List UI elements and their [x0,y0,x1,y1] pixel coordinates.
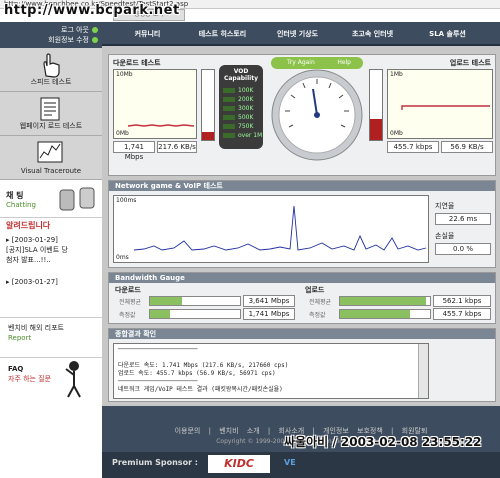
download-mbps: 1,741 Mbps [113,141,155,161]
webload-button[interactable]: 웹페이지 로드 테스트 [0,92,102,136]
faq-link[interactable]: FAQ 자주 하는 질문 [0,358,102,402]
download-kbs: 217.6 KB/s [157,141,197,153]
bullet-icon [92,37,98,43]
cans-icon [59,187,95,211]
notice-box: 알려드립니다 ▸ [2003-01-29] [공지]SLA 이벤트 당 첨자 발… [0,218,102,318]
datestamp: 싸울아비 / 2003-02-08 23:55:22 [284,435,482,449]
thinking-figure-icon [65,361,81,398]
speedtest-button[interactable]: 스피드 테스트 [0,48,102,92]
traceroute-button[interactable]: Visual Traceroute [0,136,102,180]
bandwidth-panel: Bandwidth Gauge 다운로드 전체평균 측정값 3,641 Mbps… [108,272,496,324]
dl-avg-value: 3,641 Mbps [243,295,295,307]
result-textarea[interactable]: ────────────────────── 다운로드 속도: 1.741 Mb… [113,343,429,399]
vod-level: 100K [219,86,263,95]
ul-avg-bar [339,296,431,306]
scrollbar[interactable] [418,344,428,398]
upload-kbps: 455.7 kbps [387,141,439,153]
upload-title: 업로드 테스트 [449,59,491,67]
delay-value: 22.6 ms [435,213,491,225]
vod-level: 300K [219,104,263,113]
result-title: 종합결과 확인 [109,329,495,339]
download-graph: 10Mb 0Mb [113,69,197,139]
result-panel: 종합결과 확인 ────────────────────── 다운로드 속도: … [108,328,496,402]
nav-broadband[interactable]: 초고속 인터넷 [335,22,410,44]
bandwidth-title: Bandwidth Gauge [109,273,495,283]
nav-community[interactable]: 커뮤니티 [110,22,185,44]
vod-indicator [223,115,235,120]
download-trace [127,124,195,127]
upload-trace [401,105,490,110]
nav-sla[interactable]: SLA 솔루션 [410,22,485,44]
dl-avg-bar [149,296,241,306]
account-link[interactable]: 회원정보 수정 [4,35,98,45]
notice-item[interactable]: ▸ [2003-01-29] [6,235,96,245]
logout-link[interactable]: 로그 아웃 [4,25,98,35]
graph-icon [37,141,63,163]
document-icon [40,97,60,121]
login-box: 로그 아웃 회원정보 수정 [0,22,102,48]
watermark: http://www.bcpark.net [4,3,180,18]
vod-indicator [223,106,235,111]
top-nav: 커뮤니티 테스트 히스토리 인터넷 기상도 초고속 인터넷 SLA 솔루션 [102,22,500,46]
upload-level-bar [369,69,383,141]
hand-pointer-icon [43,53,60,78]
speed-gauge: Try Again Help [269,57,365,165]
vod-level: 500K [219,113,263,122]
vod-indicator [223,88,235,93]
ul-avg-value: 562.1 kbps [433,295,491,307]
main-area: 커뮤니티 테스트 히스토리 인터넷 기상도 초고속 인터넷 SLA 솔루션 다운… [102,22,500,478]
loss-value: 0.0 % [435,243,491,255]
notice-item[interactable]: ▸ [2003-01-27] [6,277,96,287]
download-title: 다운로드 테스트 [113,59,161,67]
ul-meas-value: 455.7 kbps [433,308,491,320]
upload-graph: 1Mb 0Mb [387,69,493,139]
dl-meas-bar [149,309,241,319]
vod-level: 750K [219,122,263,131]
notice-item[interactable]: 첨자 발표...!!.. [6,255,96,265]
bullet-icon [92,27,98,33]
nav-history[interactable]: 테스트 히스토리 [185,22,260,44]
gauge-dial [271,69,363,161]
latency-graph: 100ms 0ms [113,195,429,263]
footer-link[interactable]: 벤치비 소개 [219,427,259,435]
vod-level: over 1M [219,131,263,140]
report-link[interactable]: 벤치비 해외 리포트 Report [0,318,102,358]
speed-panel: 다운로드 테스트 업로드 테스트 10Mb 0Mb 1,741 Mbps 217… [108,54,496,176]
notice-item[interactable]: [공지]SLA 이벤트 당 [6,245,96,255]
vod-indicator [223,133,235,138]
sidebar: 로그 아웃 회원정보 수정 스피드 테스트 웹페이지 로드 테스트 Visual… [0,22,102,456]
delay-label: 지연율 [435,202,455,210]
vod-indicator [223,97,235,102]
game-panel: Network game & VoIP 테스트 100ms 0ms 지연율 22… [108,180,496,268]
latency-trace [133,205,427,251]
kidc-logo[interactable]: KIDC [208,455,270,473]
loss-label: 손실율 [435,232,455,240]
vod-indicator [223,124,235,129]
vod-level: 200K [219,95,263,104]
download-level-bar [201,69,215,141]
chat-link[interactable]: 채 팅 Chatting [0,180,102,218]
dl-meas-value: 1,741 Mbps [243,308,295,320]
ul-meas-bar [339,309,431,319]
nav-weather[interactable]: 인터넷 기상도 [260,22,335,44]
footer-link[interactable]: 이용문의 [175,427,201,435]
game-title: Network game & VoIP 테스트 [109,181,495,191]
upload-kbs: 56.9 KB/s [441,141,493,153]
vod-capability: VOD Capability 100K 200K 300K 500K 750K over … [219,65,263,149]
